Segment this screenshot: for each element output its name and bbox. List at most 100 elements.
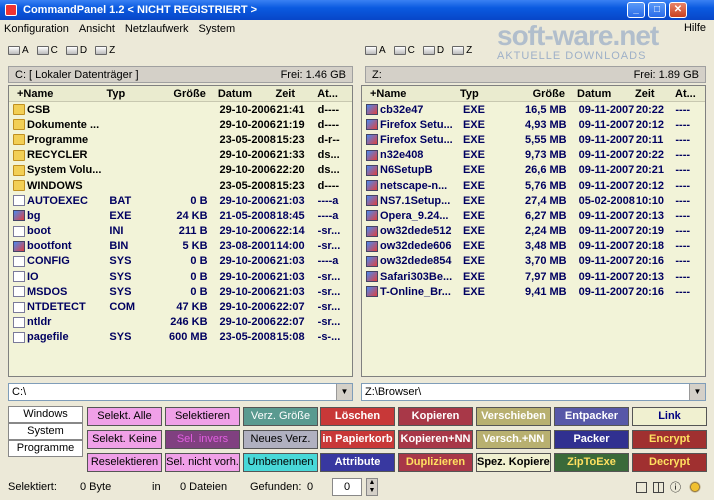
spinner-arrows[interactable]: ▲ ▼ [366, 478, 378, 496]
cmd-button-verschieben[interactable]: Verschieben [476, 407, 551, 426]
file-row[interactable]: ow32dede606 EXE 3,48 MB 09-11-2007 20:18 ---- [362, 239, 705, 254]
drive-c-button[interactable]: C [36, 45, 58, 56]
file-row[interactable]: n32e408 EXE 9,73 MB 09-11-2007 20:22 ---- [362, 148, 705, 163]
file-row[interactable]: WINDOWS 23-05-2008 15:23 d---- [9, 178, 352, 193]
drive-d-button[interactable]: D [65, 45, 87, 56]
file-row[interactable]: Safari303Be... EXE 7,97 MB 09-11-2007 20:13-… [362, 269, 705, 284]
file-row[interactable]: ow32dede512 EXE 2,24 MB 09-11-2007 20:19 ---- [362, 224, 705, 239]
chevron-down-icon[interactable]: ▼ [336, 384, 352, 400]
file-row[interactable]: ow32dede854 EXE 3,70 MB 09-11-2007 20:16 ---- [362, 254, 705, 269]
file-row[interactable]: Firefox Setu... EXE 5,55 MB 09-11-2007 20:11… [362, 132, 705, 147]
menu-konfiguration[interactable]: Konfiguration [4, 23, 69, 35]
view-single-icon[interactable] [636, 481, 647, 493]
left-path-bar[interactable]: C: [ Lokaler Datenträger ] Frei: 1.46 GB [8, 66, 353, 83]
cmd-button-löschen[interactable]: Löschen [320, 407, 395, 426]
file-row[interactable]: MSDOS SYS 0 B 29-10-2006 21:03 -sr... [9, 284, 352, 299]
close-button[interactable]: ✕ [669, 2, 687, 18]
cmd-button-selekt-alle[interactable]: Selekt. Alle [87, 407, 162, 426]
tab-programme[interactable]: Programme [8, 440, 83, 457]
file-row[interactable]: Dokumente ... 29-10-2006 21:19 d---- [9, 117, 352, 132]
col-name-header[interactable]: +Name [9, 88, 106, 100]
cmd-button-spez-kopieren[interactable]: Spez. Kopieren [476, 453, 551, 472]
minimize-button[interactable]: _ [627, 2, 645, 18]
file-row[interactable]: RECYCLER 29-10-2006 21:33 ds... [9, 148, 352, 163]
col-date-header[interactable]: Datum [565, 88, 635, 100]
file-row[interactable]: IO SYS 0 B 29-10-2006 21:03 -sr... [9, 269, 352, 284]
cmd-button-neues-verz[interactable]: Neues Verz. [243, 430, 318, 449]
right-path-bar[interactable]: Z: Frei: 1.89 GB [365, 66, 706, 83]
file-row[interactable]: N6SetupB EXE 26,6 MB 09-11-2007 20:21 ---- [362, 163, 705, 178]
cmd-button-kopieren[interactable]: Kopieren [398, 407, 473, 426]
drive-a-button[interactable]: A [365, 45, 386, 56]
cmd-button-link[interactable]: Link [632, 407, 707, 426]
menu-system[interactable]: System [198, 23, 235, 35]
file-row[interactable]: CSB 29-10-2006 21:41 d---- [9, 102, 352, 117]
cmd-button-sel-nicht-vorh[interactable]: Sel. nicht vorh. [165, 453, 240, 472]
file-row[interactable]: pagefile SYS 600 MB 23-05-2008 15:08 -s-... [9, 330, 352, 345]
col-time-header[interactable]: Zeit [635, 88, 675, 100]
cmd-button-encrypt[interactable]: Encrypt [632, 430, 707, 449]
cmd-button-verz-größe[interactable]: Verz. Größe [243, 407, 318, 426]
file-row[interactable]: boot INI 211 B 29-10-2006 22:14 -sr... [9, 224, 352, 239]
col-size-header[interactable]: Größe [510, 88, 565, 100]
cmd-button-entpacker[interactable]: Entpacker [554, 407, 629, 426]
file-row[interactable]: NTDETECT COM 47 KB 29-10-2006 22:07 -sr... [9, 299, 352, 314]
file-row[interactable]: System Volu... 29-10-2006 22:20 ds... [9, 163, 352, 178]
file-row[interactable]: bg EXE 24 KB 21-05-2008 18:45 ----a [9, 208, 352, 223]
cmd-button-attribute[interactable]: Attribute [320, 453, 395, 472]
col-attr-header[interactable]: At... [675, 88, 705, 100]
cmd-button-in-papierkorb[interactable]: in Papierkorb [320, 430, 395, 449]
drive-c-button[interactable]: C [393, 45, 415, 56]
cmd-button-sel-invers[interactable]: Sel. invers [165, 430, 240, 449]
file-row[interactable]: CONFIG SYS 0 B 29-10-2006 21:03 ----a [9, 254, 352, 269]
file-row[interactable]: bootfont BIN 5 KB 23-08-2001 14:00 -sr... [9, 239, 352, 254]
tab-windows[interactable]: Windows [8, 406, 83, 423]
col-time-header[interactable]: Zeit [275, 88, 317, 100]
chevron-down-icon[interactable]: ▼ [689, 384, 705, 400]
count-spinner[interactable]: 0 [332, 478, 362, 496]
file-row[interactable]: cb32e47 EXE 16,5 MB 09-11-2007 20:22 ---- [362, 102, 705, 117]
drive-d-button[interactable]: D [422, 45, 444, 56]
right-path-combo[interactable]: Z:\Browser\ ▼ [361, 383, 706, 401]
file-row[interactable]: Firefox Setu... EXE 4,93 MB 09-11-2007 20:12… [362, 117, 705, 132]
col-type-header[interactable]: Typ [106, 88, 156, 100]
left-file-panel[interactable]: +Name Typ Größe Datum Zeit At... CSB 29-1… [8, 85, 353, 377]
file-row[interactable]: Opera_9.24... EXE 6,27 MB 09-11-2007 20:13 --… [362, 208, 705, 223]
cmd-button-selekt-keine[interactable]: Selekt. Keine [87, 430, 162, 449]
cmd-button-packer[interactable]: Packer [554, 430, 629, 449]
col-attr-header[interactable]: At... [317, 88, 352, 100]
col-size-header[interactable]: Größe [156, 88, 205, 100]
file-type: SYS [109, 270, 132, 283]
cmd-button-ziptoexe[interactable]: ZipToExe [554, 453, 629, 472]
tab-system[interactable]: System [8, 423, 83, 440]
left-path-combo[interactable]: C:\ ▼ [8, 383, 353, 401]
file-row[interactable]: Programme 23-05-2008 15:23 d-r-- [9, 132, 352, 147]
drive-z-button[interactable]: Z [452, 45, 472, 56]
col-type-header[interactable]: Typ [460, 88, 510, 100]
cmd-button-selektieren[interactable]: Selektieren [165, 407, 240, 426]
info-icon[interactable]: ⓘ [670, 479, 681, 495]
file-row[interactable]: netscape-n... EXE 5,76 MB 09-11-2007 20:12 --… [362, 178, 705, 193]
cmd-button-umbenennen[interactable]: Umbenennen [243, 453, 318, 472]
cmd-button-decrypt[interactable]: Decrypt [632, 453, 707, 472]
file-row[interactable]: ntldr 246 KB 29-10-2006 22:07 -sr... [9, 315, 352, 330]
file-type: EXE [462, 240, 485, 253]
drive-a-button[interactable]: A [8, 45, 29, 56]
menu-ansicht[interactable]: Ansicht [79, 23, 115, 35]
file-row[interactable]: AUTOEXEC BAT 0 B 29-10-2006 21:03 ----a [9, 193, 352, 208]
file-row[interactable]: NS7.1Setup... EXE 27,4 MB 05-02-2008 10:10 --… [362, 193, 705, 208]
view-split-icon[interactable] [653, 481, 664, 493]
cmd-button-versch-nn[interactable]: Versch.+NN [476, 430, 551, 449]
cmd-button-duplizieren[interactable]: Duplizieren [398, 453, 473, 472]
cmd-button-kopieren-nn[interactable]: Kopieren+NN [398, 430, 473, 449]
maximize-button[interactable]: □ [648, 2, 666, 18]
col-date-header[interactable]: Datum [206, 88, 276, 100]
cmd-button-reselektieren[interactable]: Reselektieren [87, 453, 162, 472]
sun-icon[interactable] [688, 480, 702, 494]
right-file-panel[interactable]: +Name Typ Größe Datum Zeit At... cb32e47… [361, 85, 706, 377]
drive-z-button[interactable]: Z [95, 45, 115, 56]
col-name-header[interactable]: +Name [362, 88, 460, 100]
file-row[interactable]: T-Online_Br... EXE 9,41 MB 09-11-2007 20:16-… [362, 284, 705, 299]
menu-netzlaufwerk[interactable]: Netzlaufwerk [125, 23, 189, 35]
title-bar[interactable]: CommandPanel 1.2 < NICHT REGISTRIERT > _… [0, 0, 714, 20]
